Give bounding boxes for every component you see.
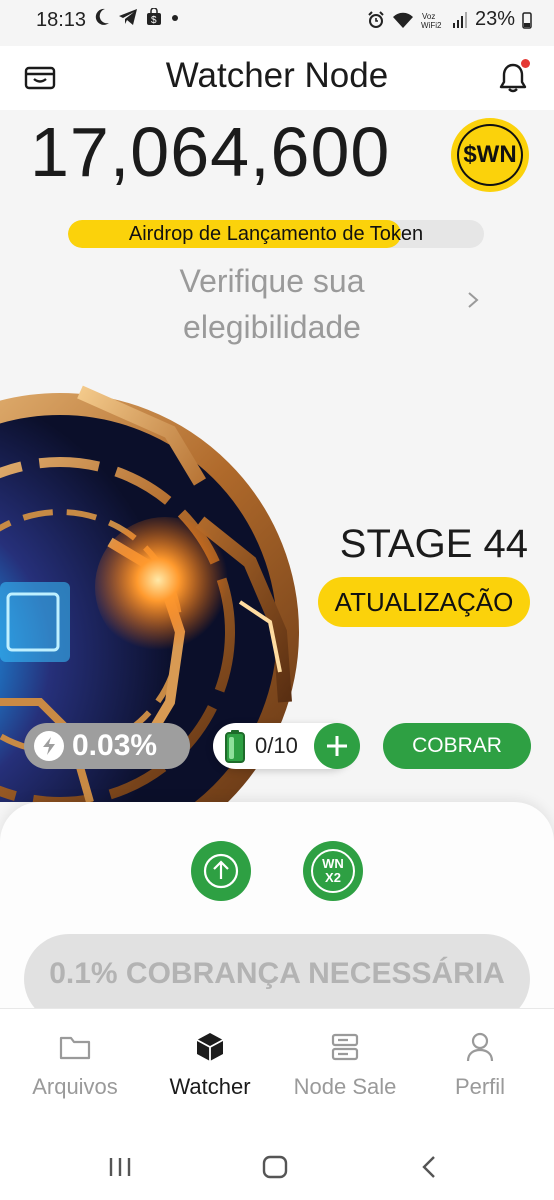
status-time: 18:13 — [36, 9, 87, 31]
nav-item-arquivos[interactable]: Arquivos — [6, 1030, 144, 1100]
cube-icon — [196, 1033, 224, 1061]
battery-icon — [522, 11, 532, 29]
folder-icon — [59, 1036, 91, 1060]
recent-apps-icon[interactable] — [108, 1156, 132, 1178]
status-right-icons: Voz WiFi2 23% — [367, 8, 532, 31]
token-symbol: $WN — [463, 141, 517, 168]
moon-icon — [95, 8, 109, 25]
wifi-icon — [392, 12, 413, 28]
notification-dot — [521, 59, 530, 68]
wallet-icon[interactable] — [24, 64, 56, 92]
back-icon[interactable] — [420, 1155, 438, 1179]
telegram-icon — [119, 9, 137, 25]
airdrop-progress[interactable]: Airdrop de Lançamento de Token — [68, 220, 484, 248]
chevron-right-icon[interactable] — [466, 290, 480, 310]
balance-amount: 17,064,600 — [30, 113, 391, 191]
multiplier-top: WN — [322, 856, 344, 871]
nav-item-node-sale[interactable]: Node Sale — [276, 1030, 414, 1100]
svg-text:Voz: Voz — [422, 12, 435, 21]
plus-icon — [327, 736, 347, 756]
multiplier-bottom: X2 — [325, 870, 341, 885]
signal-icon — [452, 11, 467, 28]
arrow-up-circle-icon — [203, 853, 239, 889]
multiplier-icon: WN X2 — [311, 849, 355, 893]
nav-item-perfil[interactable]: Perfil — [411, 1030, 549, 1100]
alarm-icon — [368, 10, 384, 28]
status-left-icons: $ — [94, 8, 180, 26]
dot-icon — [172, 15, 178, 21]
multiplier-button[interactable]: WN X2 — [303, 841, 363, 901]
home-icon[interactable] — [262, 1155, 288, 1179]
boost-button[interactable] — [191, 841, 251, 901]
mining-rate-value: 0.03% — [72, 729, 158, 762]
stage-label: STAGE 44 — [339, 522, 528, 566]
collect-button[interactable]: COBRAR — [383, 723, 531, 769]
airdrop-label: Airdrop de Lançamento de Token — [128, 223, 424, 245]
svg-text:$: $ — [151, 15, 157, 26]
page-title: Watcher Node — [165, 56, 389, 95]
nav-label-node-sale: Node Sale — [293, 1074, 397, 1099]
svg-text:WiFi2: WiFi2 — [421, 21, 442, 29]
nav-label-watcher: Watcher — [169, 1074, 251, 1099]
nav-label-perfil: Perfil — [454, 1074, 506, 1099]
verify-eligibility-link[interactable]: Verifique sua elegibilidade — [100, 258, 444, 350]
shop-icon: $ — [147, 8, 161, 26]
server-icon — [331, 1033, 359, 1061]
person-icon — [466, 1032, 494, 1062]
charge-required-label: 0.1% COBRANÇA NECESSÁRIA — [49, 957, 505, 990]
nav-label-arquivos: Arquivos — [32, 1074, 118, 1099]
nav-item-watcher[interactable]: Watcher — [141, 1030, 279, 1100]
battery-green-icon — [225, 730, 245, 763]
add-battery-button[interactable] — [314, 723, 360, 769]
lightning-icon — [34, 731, 64, 761]
upgrade-button[interactable]: ATUALIZAÇÃO — [318, 577, 530, 627]
token-badge: $WN — [451, 118, 529, 192]
battery-count: 0/10 — [255, 733, 298, 758]
vowifi-icon: VozWiFi2 — [421, 12, 442, 29]
mining-rate-pill: 0.03% — [24, 723, 190, 769]
notification-button[interactable] — [498, 59, 530, 94]
battery-percent: 23% — [474, 8, 515, 30]
